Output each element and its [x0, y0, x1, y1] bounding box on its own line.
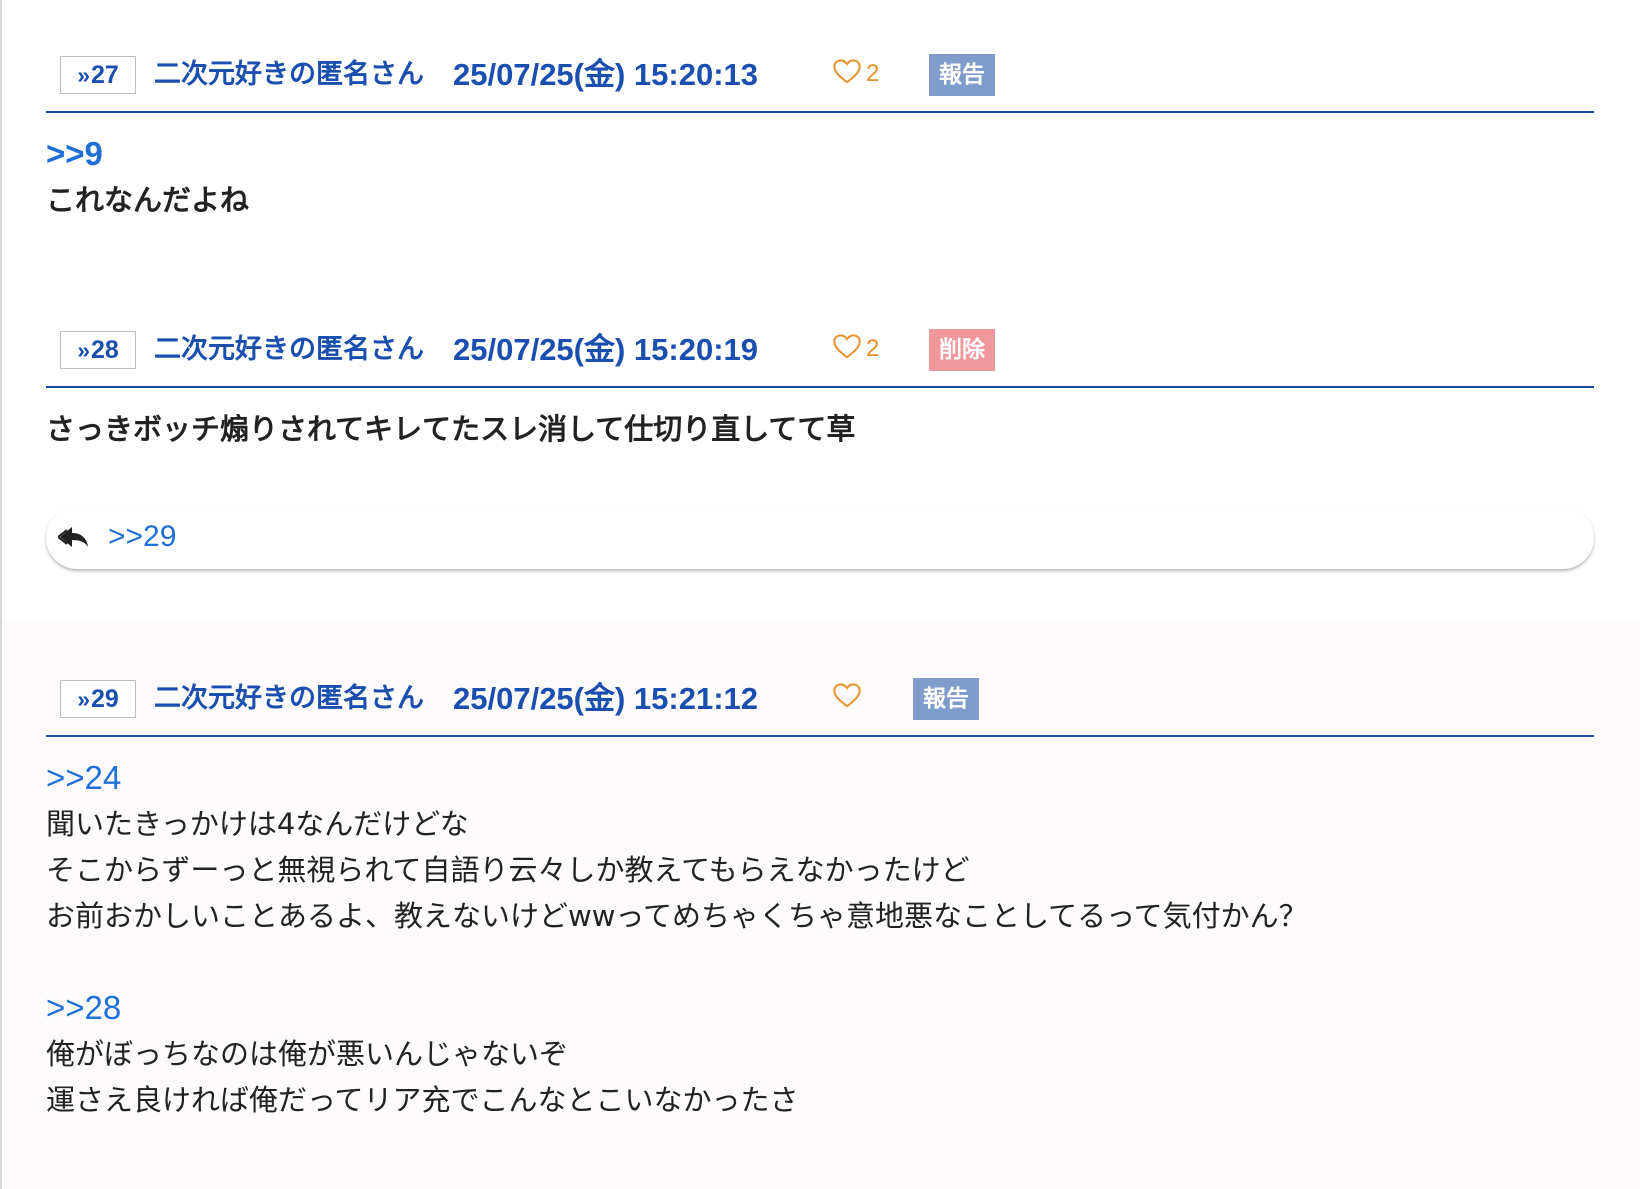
poster-name[interactable]: 二次元好きの匿名さん [154, 328, 424, 372]
like-button[interactable]: 2 [832, 332, 879, 365]
double-chevron-icon: » [77, 337, 90, 363]
post-text-line: これなんだよね [46, 183, 250, 217]
res-number-button[interactable]: »27 [60, 56, 136, 94]
post-29: »29 二次元好きの匿名さん 25/07/25(金) 15:21:12 報告 >… [46, 677, 1594, 1123]
heart-outline-icon [833, 683, 861, 708]
post-text-line: お前おかしいことあるよ、教えないけどwwってめちゃくちゃ意地悪なことしてるって気… [46, 899, 1308, 933]
post-header: »29 二次元好きの匿名さん 25/07/25(金) 15:21:12 報告 [46, 677, 1594, 737]
res-number: 28 [90, 336, 119, 364]
reply-link[interactable]: >>29 [108, 515, 176, 559]
post-body: >>24 聞いたきっかけは4なんだけどな そこからずーっと無視られて自語り云々し… [46, 737, 1594, 1123]
post-date: 25/07/25(金) 15:20:19 [453, 332, 759, 367]
post-header: »27 二次元好きの匿名さん 25/07/25(金) 15:20:13 2 報告 [46, 53, 1594, 113]
replies-bar: >>29 [46, 507, 1594, 569]
like-count: 2 [866, 335, 880, 362]
like-button[interactable] [832, 681, 866, 714]
post-date: 25/07/25(金) 15:20:13 [453, 57, 759, 92]
poster-name[interactable]: 二次元好きの匿名さん [154, 677, 424, 721]
report-button[interactable]: 報告 [929, 54, 995, 96]
heart-outline-icon [833, 334, 861, 359]
reply-anchor-link[interactable]: >>9 [46, 131, 1594, 177]
reply-anchor-link[interactable]: >>28 [46, 985, 1594, 1031]
post-27: »27 二次元好きの匿名さん 25/07/25(金) 15:20:13 2 報告… [46, 53, 1594, 223]
res-number-button[interactable]: »28 [60, 331, 136, 369]
reply-anchor-link[interactable]: >>24 [46, 755, 1594, 801]
post-text-line: 聞いたきっかけは4なんだけどな [46, 807, 469, 841]
report-button[interactable]: 報告 [913, 678, 979, 720]
res-number: 29 [90, 685, 119, 713]
post-date: 25/07/25(金) 15:21:12 [453, 681, 759, 716]
double-chevron-icon: » [77, 686, 90, 712]
post-body: さっきボッチ煽りされてキレてたスレ消して仕切り直してて草 [46, 388, 1594, 452]
post-text-line: そこからずーっと無視られて自語り云々しか教えてもらえなかったけど [46, 853, 970, 887]
res-number-button[interactable]: »29 [60, 680, 136, 718]
heart-outline-icon [833, 59, 861, 84]
reply-arrow-icon [56, 525, 90, 553]
post-header: »28 二次元好きの匿名さん 25/07/25(金) 15:20:19 2 削除 [46, 328, 1594, 388]
post-body: >>9 これなんだよね [46, 113, 1594, 223]
delete-button[interactable]: 削除 [929, 329, 995, 371]
res-number: 27 [90, 61, 119, 89]
post-text-line: さっきボッチ煽りされてキレてたスレ消して仕切り直してて草 [46, 412, 856, 446]
like-button[interactable]: 2 [832, 57, 879, 90]
poster-name[interactable]: 二次元好きの匿名さん [154, 53, 424, 97]
post-text-line: 運さえ良ければ俺だってリア充でこんなとこいなかったさ [46, 1083, 799, 1117]
like-count: 2 [866, 60, 880, 87]
post-28: »28 二次元好きの匿名さん 25/07/25(金) 15:20:19 2 削除… [46, 328, 1594, 452]
double-chevron-icon: » [77, 62, 90, 88]
post-text-line: 俺がぼっちなのは俺が悪いんじゃないぞ [46, 1037, 569, 1071]
